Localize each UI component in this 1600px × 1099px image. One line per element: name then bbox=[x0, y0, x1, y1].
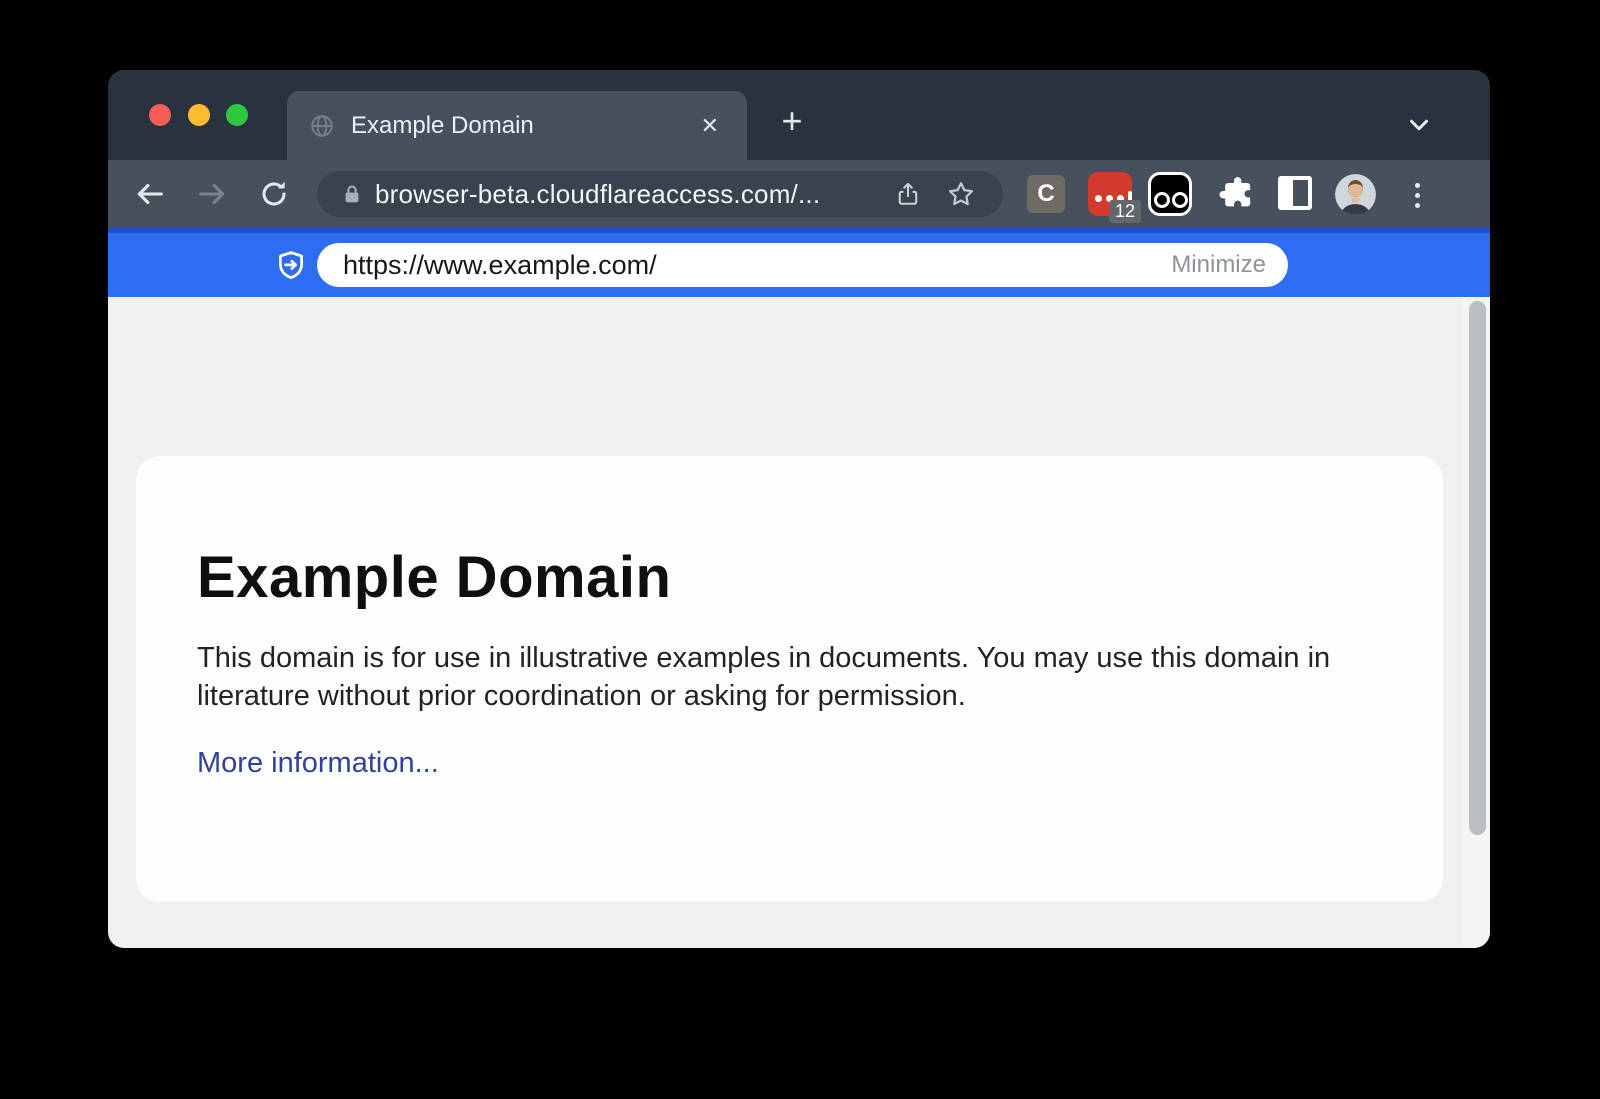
extension-password-manager-button[interactable]: 12 bbox=[1088, 172, 1132, 216]
tab-title: Example Domain bbox=[351, 112, 695, 140]
extensions-puzzle-icon[interactable] bbox=[1216, 173, 1256, 213]
circles-icon bbox=[1154, 192, 1170, 208]
chevron-down-icon[interactable] bbox=[1404, 110, 1434, 140]
isolated-url-field-wrap: Minimize bbox=[317, 243, 1288, 287]
minimize-bar-button[interactable]: Minimize bbox=[1171, 251, 1266, 279]
share-icon[interactable] bbox=[895, 180, 921, 208]
scrollbar-track[interactable] bbox=[1463, 297, 1490, 948]
side-panel-icon[interactable] bbox=[1278, 176, 1312, 210]
page-paragraph: This domain is for use in illustrative e… bbox=[197, 639, 1347, 715]
forward-arrow-icon bbox=[195, 177, 229, 211]
forward-button[interactable] bbox=[195, 177, 229, 211]
page-title: Example Domain bbox=[197, 544, 1373, 611]
desktop-background: Example Domain ✕ + bbox=[0, 0, 1600, 1099]
profile-avatar[interactable] bbox=[1335, 174, 1376, 215]
reload-icon bbox=[258, 178, 290, 210]
avatar-photo bbox=[1335, 174, 1376, 215]
reload-button[interactable] bbox=[257, 177, 291, 211]
browser-toolbar: browser-beta.cloudflareaccess.com/... C … bbox=[108, 160, 1490, 228]
example-domain-card: Example Domain This domain is for use in… bbox=[136, 456, 1443, 902]
isolated-url-input[interactable] bbox=[343, 250, 1171, 281]
page-viewport: Example Domain This domain is for use in… bbox=[108, 297, 1490, 948]
minimize-window-button[interactable] bbox=[188, 104, 210, 126]
tab-strip: Example Domain ✕ + bbox=[108, 70, 1490, 160]
browser-menu-button[interactable] bbox=[1409, 178, 1425, 212]
back-button[interactable] bbox=[133, 177, 167, 211]
extension-c-label: C bbox=[1037, 180, 1054, 208]
address-bar[interactable]: browser-beta.cloudflareaccess.com/... bbox=[317, 171, 1003, 217]
extension-badge-count: 12 bbox=[1109, 200, 1141, 223]
back-arrow-icon bbox=[133, 177, 167, 211]
shield-isolation-icon bbox=[274, 248, 308, 284]
side-panel-pane bbox=[1282, 180, 1293, 206]
more-information-link[interactable]: More information... bbox=[197, 747, 439, 780]
zoom-window-button[interactable] bbox=[226, 104, 248, 126]
bookmark-star-icon[interactable] bbox=[947, 180, 975, 208]
circles-icon bbox=[1172, 192, 1188, 208]
new-tab-button[interactable]: + bbox=[772, 103, 812, 139]
extension-c-button[interactable]: C bbox=[1027, 175, 1065, 213]
close-window-button[interactable] bbox=[149, 104, 171, 126]
tab-example-domain[interactable]: Example Domain ✕ bbox=[287, 91, 747, 160]
extension-dark-button[interactable] bbox=[1148, 172, 1192, 216]
tab-close-icon[interactable]: ✕ bbox=[695, 111, 725, 141]
remote-browser-bar: Minimize bbox=[108, 228, 1490, 297]
address-bar-url[interactable]: browser-beta.cloudflareaccess.com/... bbox=[375, 179, 895, 210]
scrollbar-thumb[interactable] bbox=[1469, 301, 1486, 835]
lock-icon bbox=[341, 182, 363, 206]
globe-favicon-icon bbox=[309, 113, 335, 139]
browser-window: Example Domain ✕ + bbox=[108, 70, 1490, 948]
